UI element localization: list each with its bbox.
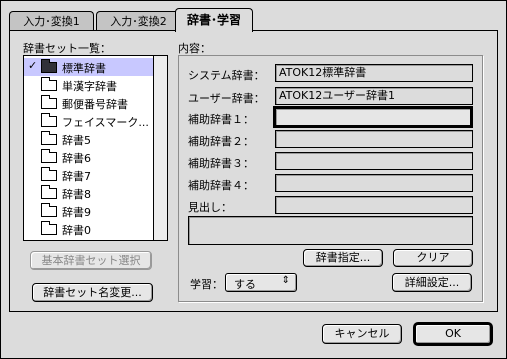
folder-icon (41, 131, 57, 145)
aux-dictionary-4-field[interactable] (275, 174, 473, 192)
list-item[interactable]: 辞書8 (24, 184, 154, 202)
folder-icon (41, 77, 57, 91)
rename-dictionary-set-button[interactable]: 辞書セット名変更... (32, 283, 153, 302)
dialog-window: 入力･変換1 入力･変換2 辞書･学習 辞書セット一覧： ✓ 標準辞書 単漢字辞… (0, 0, 507, 359)
folder-icon (41, 167, 57, 181)
system-dictionary-label: システム辞書： (188, 69, 265, 82)
list-item[interactable]: 郵便番号辞書 (24, 94, 154, 112)
list-item[interactable]: 辞書9 (24, 202, 154, 220)
list-item-label: フェイスマーク... (62, 116, 149, 129)
folder-icon (41, 185, 57, 199)
ok-button[interactable]: OK (414, 323, 492, 345)
aux-dictionary-1-field[interactable] (273, 106, 473, 128)
aux-dictionary-4-label: 補助辞書４： (188, 179, 254, 192)
list-item[interactable]: 辞書5 (24, 130, 154, 148)
learning-popup[interactable]: する ⇕ (225, 273, 297, 292)
basic-dictionary-set-button[interactable]: 基本辞書セット選択 (30, 251, 152, 270)
list-item[interactable]: 辞書0 (24, 220, 154, 238)
list-item-label: 郵便番号辞書 (62, 98, 128, 111)
clear-button[interactable]: クリア (393, 249, 473, 267)
checkmark-icon: ✓ (28, 59, 38, 72)
list-item[interactable]: ✓ 標準辞書 (24, 58, 154, 76)
dictionary-set-list-label: 辞書セット一覧： (23, 42, 111, 55)
list-scrollbar[interactable] (153, 56, 167, 240)
aux-dictionary-3-field[interactable] (275, 152, 473, 170)
list-item-label: 標準辞書 (62, 62, 106, 75)
description-box[interactable] (188, 216, 473, 245)
list-item-label: 辞書0 (62, 224, 91, 237)
aux-dictionary-2-field[interactable] (275, 130, 473, 148)
heading-label: 見出し： (188, 201, 232, 214)
learning-popup-value: する (234, 278, 256, 291)
folder-icon (41, 95, 57, 109)
cancel-button[interactable]: キャンセル (322, 324, 402, 344)
user-dictionary-label: ユーザー辞書： (188, 92, 265, 105)
aux-dictionary-3-label: 補助辞書３： (188, 157, 254, 170)
list-item[interactable]: フェイスマーク... (24, 112, 154, 130)
content-label: 内容： (178, 42, 211, 55)
folder-icon (41, 149, 57, 163)
tab-input-conversion-1[interactable]: 入力･変換1 (9, 11, 94, 30)
dictionary-set-list[interactable]: ✓ 標準辞書 単漢字辞書 郵便番号辞書 フェイスマーク... 辞書5 辞書6 辞… (23, 55, 168, 241)
dictionary-specify-button[interactable]: 辞書指定... (303, 249, 383, 267)
learning-label: 学習： (190, 278, 223, 291)
tab-input-conversion-2[interactable]: 入力･変換2 (96, 11, 181, 30)
aux-dictionary-2-label: 補助辞書２： (188, 135, 254, 148)
list-item-label: 辞書7 (62, 170, 91, 183)
list-item-label: 辞書9 (62, 206, 91, 219)
folder-icon (41, 203, 57, 217)
heading-field[interactable] (275, 196, 473, 214)
user-dictionary-field[interactable]: ATOK12ユーザー辞書1 (275, 87, 473, 105)
list-item[interactable]: 単漢字辞書 (24, 76, 154, 94)
up-down-arrows-icon: ⇕ (281, 275, 290, 286)
list-item-label: 辞書5 (62, 134, 91, 147)
detail-settings-button[interactable]: 詳細設定... (392, 273, 472, 292)
folder-icon (41, 113, 57, 127)
system-dictionary-field[interactable]: ATOK12標準辞書 (275, 64, 473, 82)
tab-dictionary-learning[interactable]: 辞書･学習 (175, 8, 253, 32)
folder-icon (41, 221, 57, 235)
folder-icon (41, 59, 57, 73)
list-item-label: 単漢字辞書 (62, 80, 117, 93)
list-item[interactable]: 辞書6 (24, 148, 154, 166)
list-item-label: 辞書6 (62, 152, 91, 165)
list-item-label: 辞書8 (62, 188, 91, 201)
list-item[interactable]: 辞書7 (24, 166, 154, 184)
aux-dictionary-1-label: 補助辞書１： (188, 113, 254, 126)
